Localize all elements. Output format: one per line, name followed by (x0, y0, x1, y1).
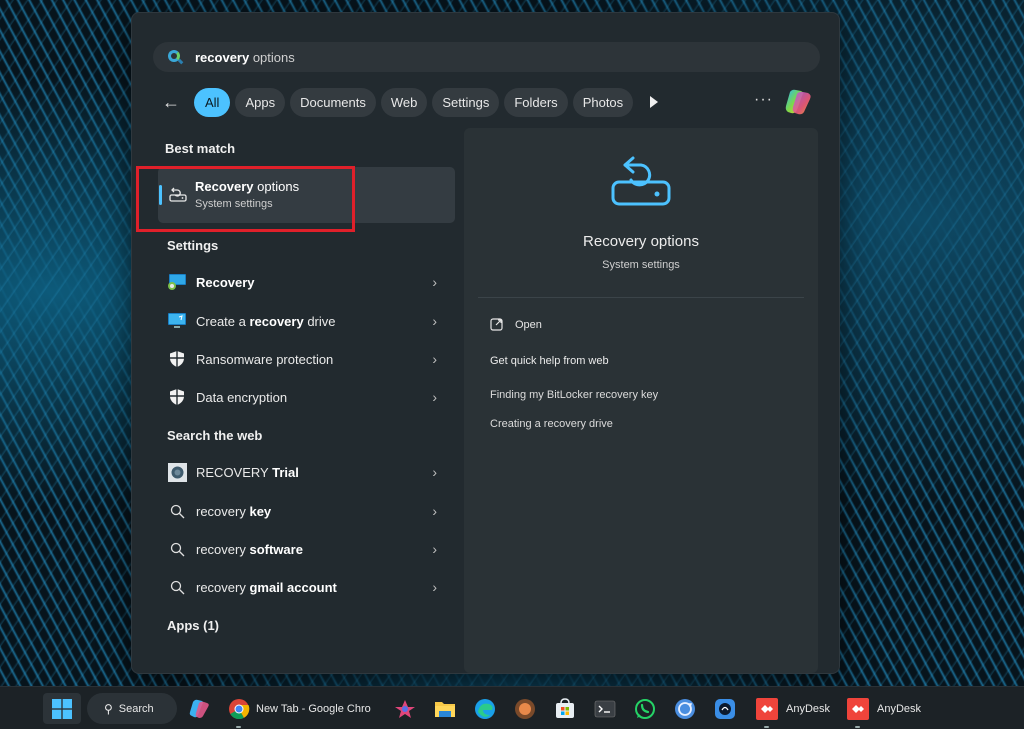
recovery-settings-icon (167, 272, 187, 292)
chrome-icon (229, 698, 250, 719)
edge-icon[interactable] (470, 693, 500, 724)
web-result-recovery-software[interactable]: recovery software › (158, 531, 455, 567)
best-match-heading: Best match (165, 141, 236, 156)
result-label: recovery key (196, 503, 272, 519)
search-icon: ⚲ (104, 701, 113, 716)
filter-chip-web[interactable]: Web (380, 87, 428, 117)
recovery-large-icon (611, 156, 671, 206)
help-heading: Get quick help from web (490, 355, 609, 367)
result-label: recovery gmail account (196, 579, 337, 595)
taskbar: ⚲ Search New Tab - Google Chro AnyDesk A… (0, 686, 1024, 729)
best-match-subtitle: System settings (195, 198, 273, 210)
running-indicator (764, 726, 769, 728)
recovery-icon (169, 187, 187, 202)
preview-subtitle: System settings (602, 259, 680, 271)
app-taskbar-icon-3[interactable] (710, 693, 740, 724)
search-icon (167, 49, 184, 65)
chevron-right-icon: › (432, 579, 437, 595)
open-label: Open (515, 318, 542, 331)
anydesk-label: AnyDesk (877, 702, 922, 715)
search-input[interactable]: recovery options (195, 50, 295, 65)
preview-title: Recovery options (583, 233, 699, 250)
chevron-right-icon: › (432, 541, 437, 557)
anydesk-taskbar-button-2[interactable]: AnyDesk (847, 693, 922, 728)
running-indicator (236, 726, 241, 728)
app-taskbar-icon-1[interactable] (390, 693, 420, 724)
chevron-right-icon: › (432, 464, 437, 480)
result-label: recovery software (196, 541, 303, 557)
result-label: Recovery (196, 274, 255, 290)
settings-result-recovery[interactable]: Recovery › (158, 264, 455, 300)
terminal-icon[interactable] (590, 693, 620, 724)
shield-icon (167, 387, 187, 407)
taskbar-search-label: Search (118, 702, 154, 715)
result-label: Create a recovery drive (196, 313, 336, 329)
open-action[interactable]: Open (490, 318, 542, 331)
apps-heading[interactable]: Apps (1) (167, 618, 219, 633)
search-icon (167, 501, 187, 521)
web-result-recovery-key[interactable]: recovery key › (158, 493, 455, 529)
chrome-window-label: New Tab - Google Chro (256, 702, 371, 715)
taskbar-search-button[interactable]: ⚲ Search (87, 693, 177, 724)
best-match-title: Recovery options (195, 179, 300, 194)
web-result-recovery-trial[interactable]: RECOVERY Trial › (158, 454, 455, 490)
filter-chip-apps[interactable]: Apps (235, 87, 286, 117)
filter-bar: ← All Apps Documents Web Settings Folder… (162, 87, 659, 117)
copilot-taskbar-icon[interactable] (185, 693, 215, 724)
windows-logo-icon (52, 698, 72, 719)
result-label: Data encryption (196, 389, 288, 405)
microsoft-store-icon[interactable] (550, 693, 580, 724)
filter-chip-photos[interactable]: Photos (572, 87, 634, 117)
search-box[interactable]: recovery options (153, 42, 820, 72)
anydesk-label: AnyDesk (786, 702, 831, 715)
filter-chip-all[interactable]: All (194, 87, 231, 117)
more-options-button[interactable]: ··· (754, 91, 773, 109)
filter-chip-settings[interactable]: Settings (432, 87, 500, 117)
chevron-right-icon: › (432, 274, 437, 290)
recovery-drive-icon (167, 311, 187, 331)
whatsapp-icon[interactable] (630, 693, 660, 724)
back-arrow-icon[interactable]: ← (162, 93, 186, 111)
sync-app-icon[interactable] (670, 693, 700, 724)
chevron-right-icon: › (432, 389, 437, 405)
start-search-panel: recovery options ← All Apps Documents We… (131, 12, 840, 674)
search-web-heading: Search the web (167, 428, 263, 443)
open-external-icon (490, 318, 503, 331)
help-link-bitlocker[interactable]: Finding my BitLocker recovery key (490, 389, 658, 401)
shield-icon (167, 349, 187, 369)
chevron-right-icon: › (432, 351, 437, 367)
chrome-taskbar-button[interactable]: New Tab - Google Chro (228, 693, 371, 728)
running-indicator (855, 726, 860, 728)
more-filters-arrow-icon[interactable] (650, 96, 659, 108)
copilot-icon[interactable] (784, 88, 814, 116)
settings-result-ransomware-protection[interactable]: Ransomware protection › (158, 341, 455, 377)
filter-chip-documents[interactable]: Documents (290, 87, 376, 117)
result-label: Ransomware protection (196, 351, 334, 367)
web-thumbnail-icon (167, 462, 187, 482)
search-icon (167, 577, 187, 597)
best-match-result[interactable]: Recovery options System settings (158, 167, 455, 223)
help-link-recovery-drive[interactable]: Creating a recovery drive (490, 418, 613, 430)
search-icon (167, 539, 187, 559)
file-explorer-icon[interactable] (430, 693, 460, 724)
selection-indicator (159, 185, 162, 205)
preview-pane: Recovery options System settings Open Ge… (464, 128, 818, 673)
anydesk-icon (847, 697, 869, 720)
settings-result-data-encryption[interactable]: Data encryption › (158, 379, 455, 415)
anydesk-taskbar-button-1[interactable]: AnyDesk (756, 693, 831, 728)
settings-heading: Settings (167, 238, 219, 253)
settings-result-create-recovery-drive[interactable]: Create a recovery drive › (158, 303, 455, 339)
divider (478, 297, 804, 298)
filter-chip-folders[interactable]: Folders (504, 87, 568, 117)
start-button[interactable] (43, 693, 81, 724)
app-taskbar-icon-2[interactable] (510, 693, 540, 724)
web-result-recovery-gmail-account[interactable]: recovery gmail account › (158, 569, 455, 605)
anydesk-icon (756, 697, 778, 720)
chevron-right-icon: › (432, 503, 437, 519)
chevron-right-icon: › (432, 313, 437, 329)
result-label: RECOVERY Trial (196, 464, 299, 480)
